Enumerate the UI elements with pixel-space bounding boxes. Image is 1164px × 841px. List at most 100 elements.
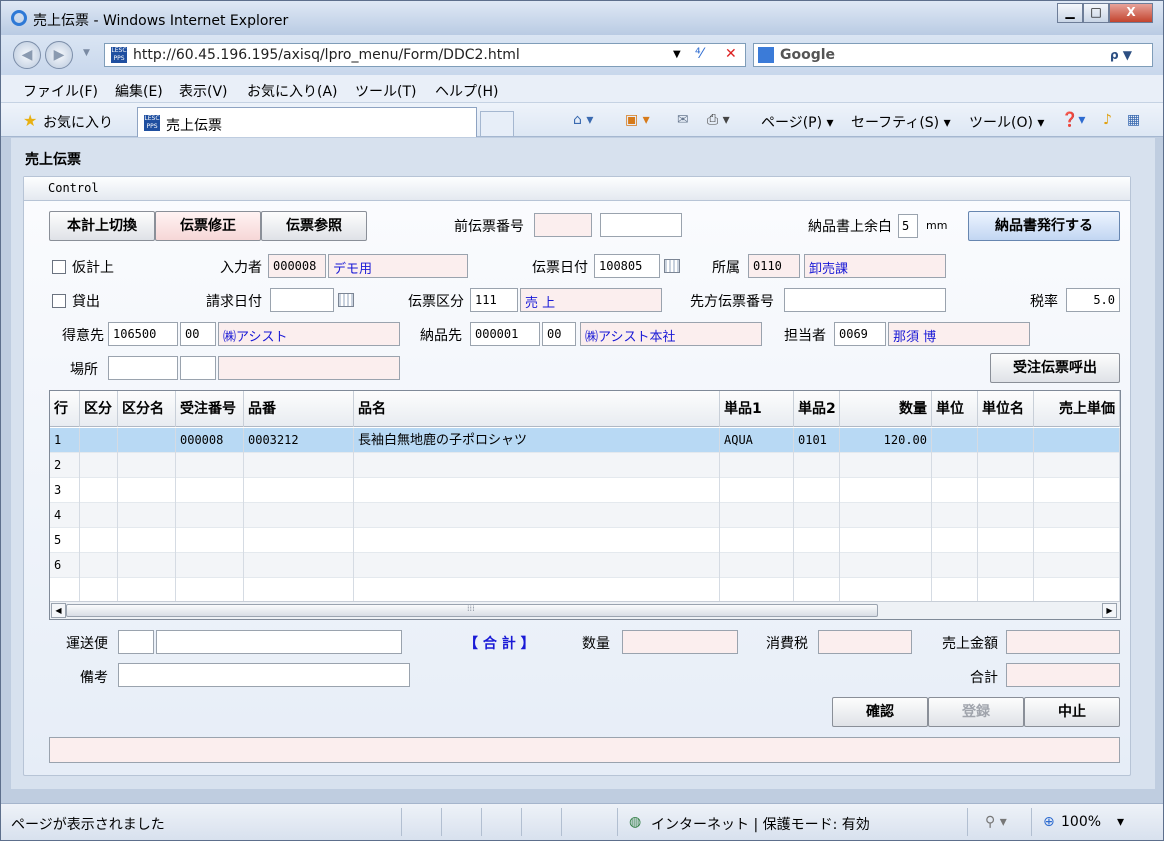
table-cell[interactable]	[1034, 528, 1120, 553]
help-icon[interactable]: ❓▾	[1061, 112, 1085, 128]
table-cell[interactable]	[978, 428, 1034, 453]
grid-column-header[interactable]: 単位名	[978, 391, 1034, 427]
grid-column-header[interactable]: 行	[50, 391, 80, 427]
customer-code[interactable]: 106500	[108, 322, 178, 346]
table-row[interactable]: 2	[50, 453, 1120, 478]
customer-sub[interactable]: 00	[180, 322, 216, 346]
confirm-button[interactable]: 確認	[832, 697, 928, 727]
horizontal-scrollbar[interactable]: ◀ ⁞⁞⁞ ▶	[50, 601, 1120, 619]
table-cell[interactable]	[720, 503, 794, 528]
table-cell[interactable]	[720, 478, 794, 503]
grid-column-header[interactable]: 数量	[840, 391, 932, 427]
search-icon[interactable]: ρ ▼	[1110, 48, 1132, 62]
menu-file[interactable]: ファイル(F)	[23, 81, 98, 101]
table-row[interactable]: 1 000008 0003212 長袖白無地鹿の子ポロシャツ AQUA 0101 120.0…	[50, 428, 1120, 453]
grid-column-header[interactable]: 単品2	[794, 391, 840, 427]
table-cell[interactable]	[978, 478, 1034, 503]
zoom-dropdown-icon[interactable]: ▾	[1117, 814, 1124, 830]
stop-icon[interactable]: ✕	[725, 46, 737, 62]
table-cell[interactable]	[932, 528, 978, 553]
table-cell[interactable]	[80, 578, 118, 603]
forward-button[interactable]: ▶	[45, 41, 73, 69]
grid-column-header[interactable]: 品番	[244, 391, 354, 427]
grid-column-header[interactable]: 売上単価	[1034, 391, 1120, 427]
table-cell[interactable]	[118, 428, 176, 453]
table-cell[interactable]	[118, 528, 176, 553]
table-cell[interactable]	[244, 478, 354, 503]
table-cell[interactable]	[794, 553, 840, 578]
delivery-code[interactable]: 000001	[470, 322, 540, 346]
table-cell[interactable]	[840, 503, 932, 528]
table-cell[interactable]	[80, 478, 118, 503]
table-cell[interactable]: 000008	[176, 428, 244, 453]
billing-date-field[interactable]	[270, 288, 334, 312]
table-cell[interactable]	[1034, 578, 1120, 603]
slip-date-calendar-icon[interactable]	[664, 259, 680, 273]
table-cell[interactable]	[978, 453, 1034, 478]
search-field[interactable]: Google ρ ▼	[753, 43, 1153, 67]
table-cell[interactable]	[794, 528, 840, 553]
table-cell[interactable]: 4	[50, 503, 80, 528]
prev-slip-field-b[interactable]	[600, 213, 682, 237]
grid-column-header[interactable]: 単品1	[720, 391, 794, 427]
table-cell[interactable]	[118, 553, 176, 578]
table-cell[interactable]: AQUA	[720, 428, 794, 453]
table-cell[interactable]	[932, 478, 978, 503]
table-cell[interactable]	[840, 478, 932, 503]
table-cell[interactable]	[794, 578, 840, 603]
tax-rate-field[interactable]: 5.0	[1066, 288, 1120, 312]
staff-code[interactable]: 0069	[834, 322, 886, 346]
menu-edit[interactable]: 編集(E)	[115, 81, 163, 101]
fix-slip-button[interactable]: 伝票修正	[155, 211, 261, 241]
table-cell[interactable]	[932, 453, 978, 478]
table-cell[interactable]	[978, 503, 1034, 528]
maximize-button[interactable]: □	[1083, 3, 1109, 23]
table-cell[interactable]: 1	[50, 428, 80, 453]
tools-menu[interactable]: ツール(O) ▾	[969, 112, 1044, 132]
favorites-star-icon[interactable]: ★	[23, 111, 37, 130]
table-cell[interactable]	[176, 578, 244, 603]
table-cell[interactable]	[840, 578, 932, 603]
table-row[interactable]	[50, 578, 1120, 603]
page-menu[interactable]: ページ(P) ▾	[761, 112, 834, 132]
table-cell[interactable]	[50, 578, 80, 603]
table-cell[interactable]	[244, 528, 354, 553]
switch-posting-button[interactable]: 本計上切換	[49, 211, 155, 241]
table-cell[interactable]	[978, 528, 1034, 553]
table-cell[interactable]	[1034, 503, 1120, 528]
back-button[interactable]: ◀	[13, 41, 41, 69]
protected-mode-icon[interactable]: ⚲ ▾	[985, 814, 1007, 830]
table-cell[interactable]	[932, 553, 978, 578]
table-cell[interactable]	[354, 503, 720, 528]
delivery-sub[interactable]: 00	[542, 322, 576, 346]
table-cell[interactable]	[176, 453, 244, 478]
location-field-a[interactable]	[108, 356, 178, 380]
scroll-left-icon[interactable]: ◀	[51, 603, 66, 618]
remarks-field[interactable]	[118, 663, 410, 687]
table-cell[interactable]	[720, 453, 794, 478]
shipping-name[interactable]	[156, 630, 402, 654]
table-cell[interactable]	[80, 453, 118, 478]
location-field-b[interactable]	[180, 356, 216, 380]
grid-column-header[interactable]: 単位	[932, 391, 978, 427]
address-field[interactable]: LESC PPS http://60.45.196.195/axisq/lpro…	[104, 43, 746, 67]
partner-slip-field[interactable]	[784, 288, 946, 312]
table-cell[interactable]: 0003212	[244, 428, 354, 453]
scroll-right-icon[interactable]: ▶	[1102, 603, 1117, 618]
table-cell[interactable]	[176, 553, 244, 578]
provisional-checkbox[interactable]	[52, 260, 66, 274]
table-cell[interactable]	[354, 453, 720, 478]
mail-icon[interactable]: ✉	[677, 112, 689, 128]
table-row[interactable]: 4	[50, 503, 1120, 528]
table-row[interactable]: 5	[50, 528, 1120, 553]
extras-icon[interactable]: ▦	[1127, 112, 1140, 128]
slip-type-code[interactable]: 111	[470, 288, 518, 312]
table-cell[interactable]	[1034, 553, 1120, 578]
table-cell[interactable]	[720, 578, 794, 603]
table-cell[interactable]	[118, 503, 176, 528]
table-cell[interactable]	[1034, 478, 1120, 503]
table-cell[interactable]	[80, 428, 118, 453]
table-cell[interactable]: 0101	[794, 428, 840, 453]
table-cell[interactable]	[354, 578, 720, 603]
tab-current[interactable]: LESC PPS 売上伝票	[137, 107, 477, 137]
